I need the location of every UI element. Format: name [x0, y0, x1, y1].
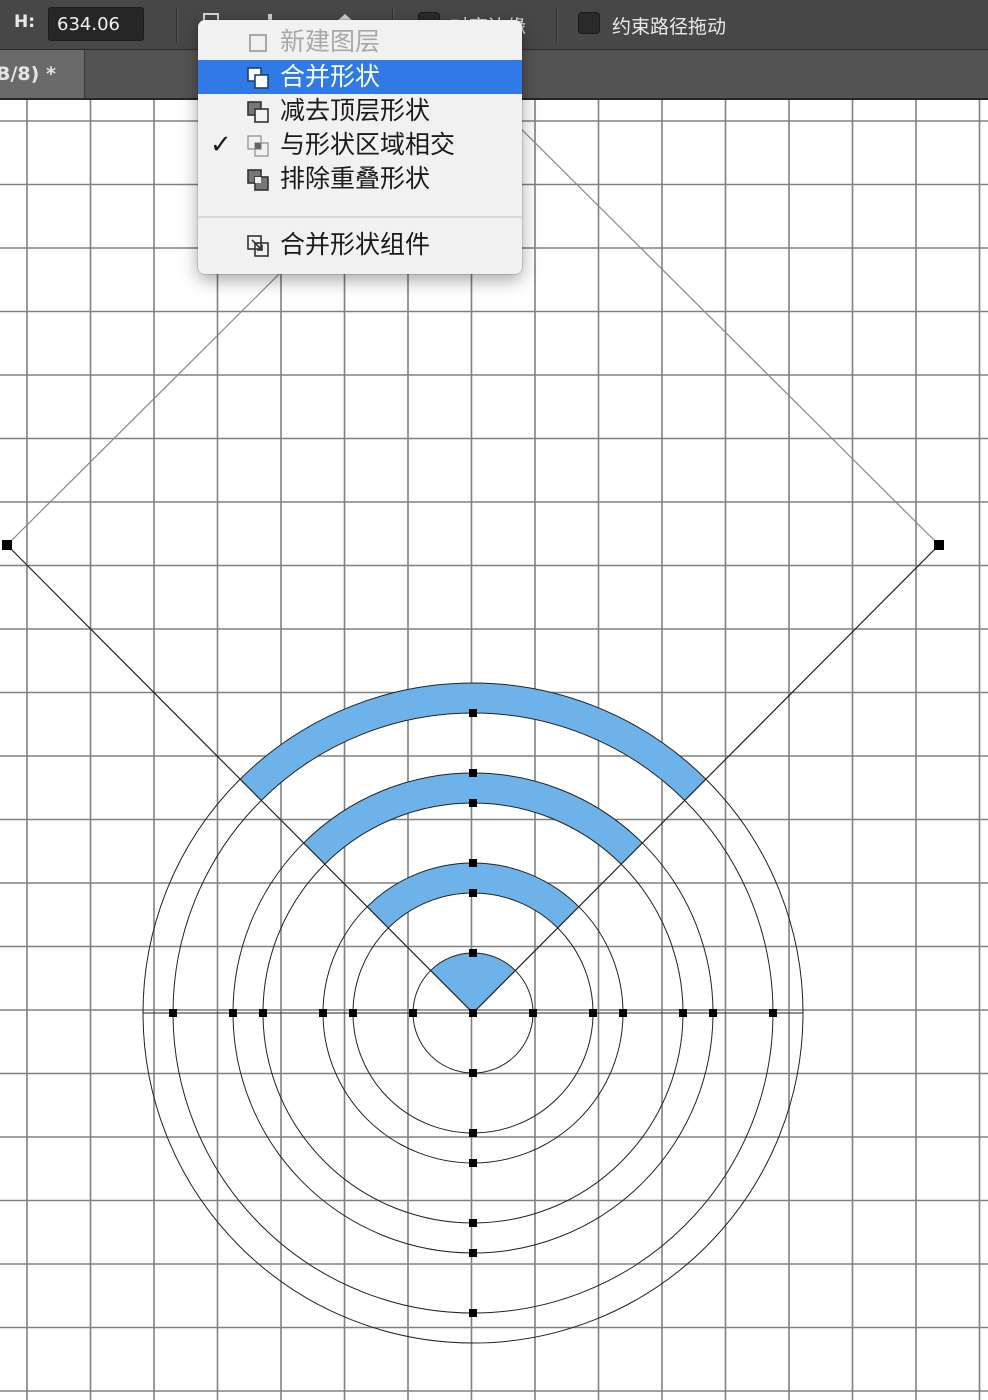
canvas[interactable]: [0, 100, 988, 1400]
anchor-point: [469, 1129, 477, 1137]
separator: [556, 8, 558, 42]
intersect-shape-areas-icon: [247, 135, 269, 157]
anchor-point: [469, 1009, 477, 1017]
anchor-point: [349, 1009, 357, 1017]
anchor-point: [469, 859, 477, 867]
anchor-point: [409, 1009, 417, 1017]
document-tab[interactable]: B/8) *: [0, 50, 85, 98]
merge-shape-components-icon: [247, 235, 269, 257]
anchor-point: [469, 799, 477, 807]
anchor-point: [679, 1009, 687, 1017]
anchor-point: [709, 1009, 717, 1017]
check-icon: ✓: [210, 130, 232, 160]
anchor-point: [469, 1309, 477, 1317]
anchor-point: [469, 889, 477, 897]
anchor-point: [169, 1009, 177, 1017]
menu-separator: [198, 216, 522, 218]
menu-item-label: 合并形状组件: [280, 230, 431, 259]
anchor-point: [469, 1069, 477, 1077]
menu-item-combine-shapes[interactable]: 合并形状: [198, 60, 522, 94]
subtract-front-shape-icon: [247, 101, 269, 123]
anchor-point: [2, 540, 12, 550]
anchor-point: [319, 1009, 327, 1017]
anchor-point: [619, 1009, 627, 1017]
menu-item-label: 减去顶层形状: [280, 96, 431, 125]
separator: [176, 8, 178, 42]
anchor-point: [589, 1009, 597, 1017]
menu-item-merge-shape-components[interactable]: 合并形状组件: [198, 228, 522, 262]
menu-item-label: 排除重叠形状: [280, 164, 431, 193]
anchor-point: [259, 1009, 267, 1017]
menu-item-label: 新建图层: [280, 27, 381, 56]
exclude-overlapping-shapes-icon: [247, 169, 269, 191]
constrain-path-label: 约束路径拖动: [612, 16, 727, 38]
anchor-point: [934, 540, 944, 550]
new-layer-icon: [249, 34, 267, 52]
anchor-point: [229, 1009, 237, 1017]
menu-item-exclude-overlapping-shapes[interactable]: 排除重叠形状: [198, 162, 522, 196]
anchor-point: [469, 1219, 477, 1227]
menu-item-label: 与形状区域相交: [280, 130, 456, 159]
anchor-point: [469, 769, 477, 777]
height-label: H:: [14, 12, 36, 32]
menu-item-new-layer[interactable]: 新建图层: [198, 25, 522, 59]
combine-shapes-icon: [247, 67, 269, 89]
menu-item-label: 合并形状: [280, 62, 381, 91]
anchor-point: [529, 1009, 537, 1017]
canvas-background: [0, 100, 988, 1400]
height-input[interactable]: 634.06: [48, 7, 144, 41]
anchor-point: [769, 1009, 777, 1017]
menu-item-subtract-front-shape[interactable]: 减去顶层形状: [198, 94, 522, 128]
anchor-point: [469, 709, 477, 717]
anchor-point: [469, 1159, 477, 1167]
constrain-path-checkbox[interactable]: [578, 12, 600, 34]
path-operations-menu: 新建图层 合并形状 减去顶层形状 ✓ 与形状区域相交 排除重叠形状 合并形状组件: [198, 20, 522, 274]
menu-item-intersect-shape-areas[interactable]: ✓ 与形状区域相交: [198, 128, 522, 162]
anchor-point: [469, 1249, 477, 1257]
anchor-point: [469, 949, 477, 957]
